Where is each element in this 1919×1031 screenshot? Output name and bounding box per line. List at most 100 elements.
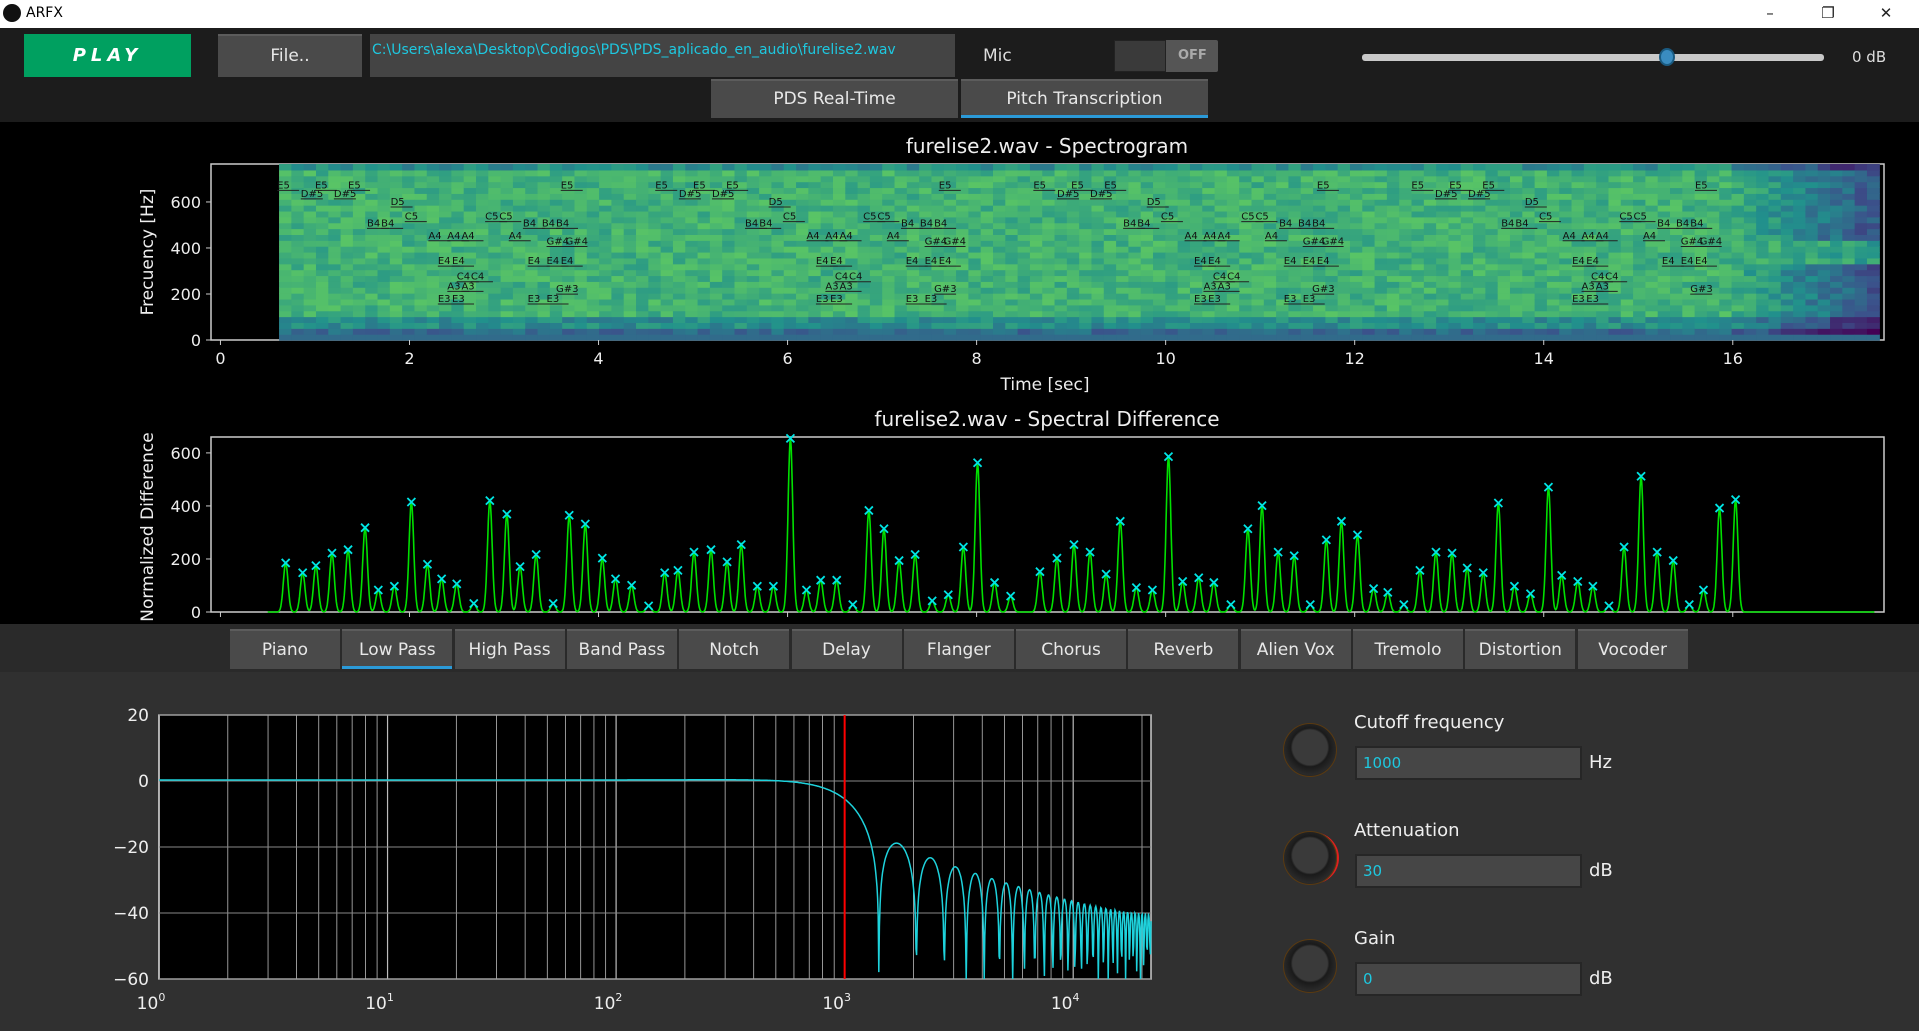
effect-tab-delay[interactable]: Delay (791, 629, 902, 669)
play-button[interactable]: PLAY (24, 34, 191, 77)
note-label: A4 (840, 231, 853, 242)
tab-pitch-transcription[interactable]: Pitch Transcription (961, 79, 1208, 118)
note-label: G#3 (934, 284, 957, 295)
note-label: A3 (447, 281, 460, 292)
knob-0[interactable] (1283, 723, 1337, 777)
note-label: A4 (1563, 231, 1576, 242)
note-label: E4 (452, 256, 465, 267)
note-label: A4 (1203, 231, 1216, 242)
y-tick-label: 400 (170, 239, 201, 258)
note-label: E5 (693, 180, 706, 191)
note-label: E3 (1572, 294, 1585, 305)
note-label: E5 (1104, 180, 1117, 191)
y-tick-label: 400 (170, 497, 201, 516)
param-input[interactable]: 0 (1355, 962, 1582, 996)
note-label: B4 (1279, 218, 1292, 229)
note-label: E4 (438, 256, 451, 267)
param-label: Cutoff frequency (1354, 712, 1505, 733)
effect-tab-high-pass[interactable]: High Pass (454, 629, 565, 669)
x-tick-label: 102 (594, 991, 623, 1014)
effects-tab-bar: Piano Low Pass High Pass Band Pass Notch Dela… (0, 624, 1919, 672)
note-label: E5 (939, 180, 952, 191)
param-input[interactable]: 30 (1355, 854, 1582, 888)
note-label: A3 (1596, 281, 1609, 292)
filter-response-plot: 20 0 −20 −40 −60100 101 102 103 104 (113, 706, 1152, 1014)
note-label: E5 (1482, 180, 1495, 191)
note-label: B4 (1123, 218, 1136, 229)
effect-tab-tremolo[interactable]: Tremolo (1353, 629, 1463, 669)
note-label: E3 (1208, 294, 1221, 305)
note-label: E3 (830, 294, 843, 305)
knob-2[interactable] (1283, 939, 1337, 993)
note-label: B4 (1137, 218, 1150, 229)
y-tick-label: 200 (170, 550, 201, 569)
file-path-field[interactable]: C:\Users\alexa\Desktop\Codigos\PDS\PDS_a… (370, 34, 955, 77)
y-tick-label: −60 (113, 970, 149, 990)
effect-tab-chorus[interactable]: Chorus (1016, 629, 1127, 669)
maximize-button[interactable]: ❐ (1808, 2, 1848, 26)
note-label: E5 (561, 180, 574, 191)
file-button[interactable]: File.. (218, 34, 362, 77)
effect-tab-reverb[interactable]: Reverb (1128, 629, 1239, 669)
note-label: E4 (939, 256, 952, 267)
note-label: B4 (1657, 218, 1670, 229)
effect-tab-low-pass[interactable]: Low Pass (342, 629, 453, 669)
effect-tab-vocoder[interactable]: Vocoder (1577, 629, 1688, 669)
spectrogram-title: furelise2.wav - Spectrogram (906, 134, 1188, 158)
note-label: E4 (1208, 256, 1221, 267)
note-label: C5 (1539, 212, 1552, 223)
y-tick-label: 0 (191, 603, 201, 622)
note-label: E4 (906, 256, 919, 267)
minimize-button[interactable]: – (1750, 2, 1790, 26)
note-label: D5 (769, 197, 783, 208)
note-label: A4 (428, 231, 441, 242)
note-label: A4 (1218, 231, 1231, 242)
note-label: B4 (901, 218, 914, 229)
note-label: G#3 (1690, 284, 1713, 295)
note-label: B4 (1312, 218, 1325, 229)
note-label: E3 (1303, 294, 1316, 305)
volume-slider-handle[interactable] (1658, 48, 1675, 66)
note-label: A3 (825, 281, 838, 292)
note-label: E5 (655, 180, 668, 191)
effect-tab-band-pass[interactable]: Band Pass (566, 629, 677, 669)
note-label: C5 (1241, 212, 1254, 223)
note-label: B4 (1298, 218, 1311, 229)
note-label: E5 (1033, 180, 1046, 191)
note-label: E4 (1681, 256, 1694, 267)
note-label: E4 (1194, 256, 1207, 267)
note-label: E3 (1284, 294, 1297, 305)
note-label: A3 (1203, 281, 1216, 292)
effect-tab-notch[interactable]: Notch (679, 629, 790, 669)
effect-tab-alien-vox[interactable]: Alien Vox (1240, 629, 1351, 669)
effect-tab-piano[interactable]: Piano (230, 629, 340, 669)
effect-tab-flanger[interactable]: Flanger (903, 629, 1014, 669)
knob-1[interactable] (1283, 831, 1337, 885)
close-button[interactable]: ✕ (1866, 2, 1906, 26)
mic-state: OFF (1178, 48, 1207, 63)
note-label: C5 (863, 212, 876, 223)
mic-label: Mic (983, 46, 1012, 66)
tab-pds-real-time[interactable]: PDS Real-Time (711, 79, 958, 118)
note-label: A3 (1582, 281, 1595, 292)
note-label: E4 (1303, 256, 1316, 267)
note-label: A4 (825, 231, 838, 242)
volume-slider[interactable] (1362, 54, 1824, 61)
param-input[interactable]: 1000 (1355, 746, 1582, 780)
note-label: B4 (542, 218, 555, 229)
note-label: C5 (1619, 212, 1632, 223)
note-label: A3 (840, 281, 853, 292)
mic-toggle[interactable]: OFF (1114, 40, 1218, 72)
note-label: B4 (523, 218, 536, 229)
effect-tab-distortion[interactable]: Distortion (1465, 629, 1576, 669)
note-label: E4 (1317, 256, 1330, 267)
y-tick-label: 600 (170, 193, 201, 212)
effect-panel: 20 0 −20 −40 −60 100 101 102 103 104 Cutoff frequ… (0, 672, 1919, 1031)
param-unit: dB (1589, 860, 1613, 881)
note-label: G#4 (1700, 237, 1723, 248)
note-label: E4 (816, 256, 829, 267)
y-tick-label: −20 (113, 838, 149, 858)
note-label: E5 (1449, 180, 1462, 191)
note-label: E4 (561, 256, 574, 267)
x-tick-label: 104 (1051, 991, 1080, 1014)
